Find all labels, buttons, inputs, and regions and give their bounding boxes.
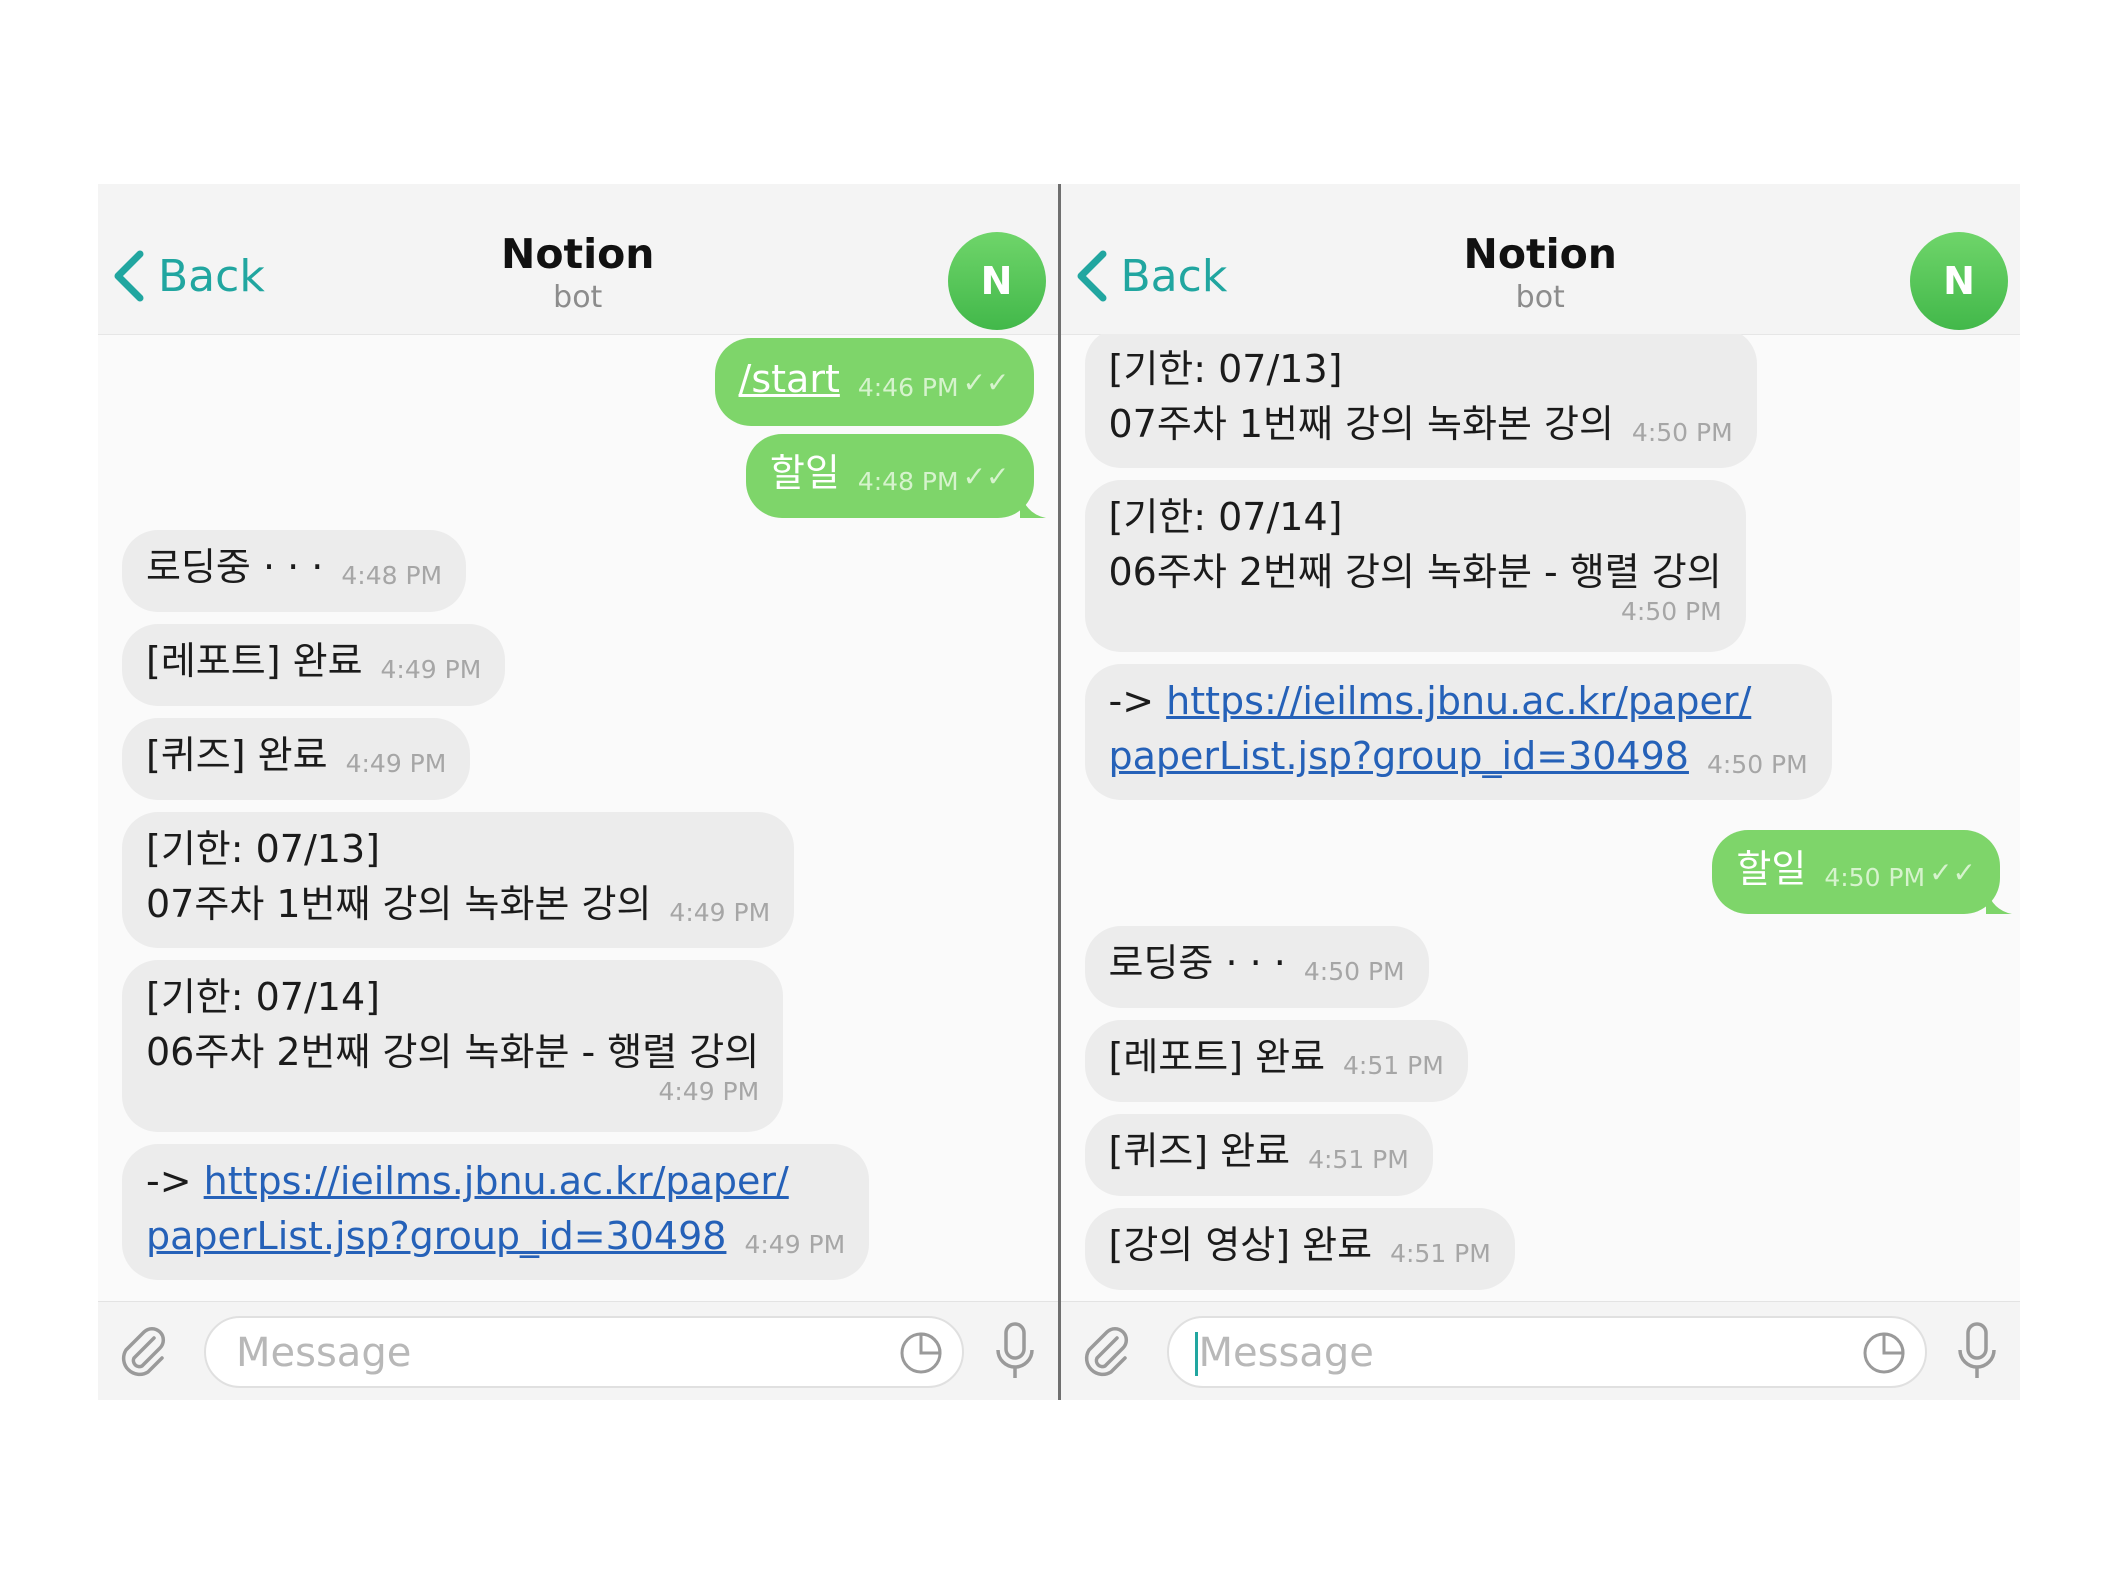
message-text: 06주차 2번째 강의 녹화분 - 행렬 강의: [1108, 550, 1722, 594]
incoming-message[interactable]: [기한: 07/13] 07주차 1번째 강의 녹화본 강의 4:50 PM: [1084, 334, 1757, 468]
message-time: 4:51 PM: [1390, 1239, 1491, 1268]
app-stage: Back Notion bot N /start 4:46 PM ✓✓ 할일 4:48…: [98, 184, 2020, 1400]
chat-header: Back Notion bot N: [98, 184, 1058, 335]
microphone-icon[interactable]: [1952, 1320, 2002, 1382]
message-prefix: ->: [1108, 679, 1167, 723]
incoming-message[interactable]: 로딩중 · · · 4:48 PM: [122, 530, 467, 612]
message-text: [기한: 07/14]: [1108, 495, 1343, 539]
incoming-message[interactable]: -> https://ieilms.jbnu.ac.kr/paper/ pape…: [122, 1144, 870, 1280]
message-time: 4:50 PM: [1824, 863, 1926, 892]
chat-screen-right: Back Notion bot N [기한: 07/13] 07주차 1번째 강…: [1060, 184, 2021, 1400]
message-time: 4:50 PM: [1706, 750, 1808, 779]
chat-subtitle: bot: [553, 280, 603, 315]
incoming-message[interactable]: [기한: 07/14] 06주차 2번째 강의 녹화분 - 행렬 강의 4:50…: [1084, 480, 1746, 652]
message-input[interactable]: [234, 1326, 838, 1380]
message-time: 4:48 PM: [341, 561, 443, 590]
incoming-message[interactable]: [레포트] 완료 4:51 PM: [1084, 1020, 1468, 1102]
bubble-tail: [1986, 888, 2012, 914]
incoming-message[interactable]: [기한: 07/13] 07주차 1번째 강의 녹화본 강의 4:49 PM: [122, 812, 795, 948]
message-time: 4:49 PM: [380, 655, 482, 684]
outgoing-message[interactable]: /start 4:46 PM ✓✓: [714, 338, 1034, 426]
sticker-icon[interactable]: [898, 1330, 944, 1376]
avatar-letter: N: [1943, 259, 1975, 303]
input-bar: [98, 1301, 1058, 1400]
chat-title-block[interactable]: Notion bot: [98, 230, 1058, 318]
chat-title: Notion: [1463, 230, 1618, 278]
message-time: 4:49 PM: [669, 898, 771, 927]
paperclip-icon[interactable]: [1079, 1324, 1135, 1380]
message-text: [퀴즈] 완료: [146, 733, 328, 777]
bubble-tail: [1019, 492, 1046, 518]
url-link[interactable]: paperList.jsp?group_id=30498: [1109, 734, 1689, 778]
message-time: 4:50 PM: [1303, 957, 1405, 986]
bot-avatar[interactable]: N: [947, 232, 1046, 330]
double-check-icon: ✓✓: [962, 366, 1010, 399]
message-list[interactable]: /start 4:46 PM ✓✓ 할일 4:48 PM ✓✓ 로딩중 · · · 4:4…: [98, 334, 1058, 1302]
chat-subtitle: bot: [1515, 280, 1565, 315]
double-check-icon: ✓✓: [1929, 856, 1976, 889]
chat-title-block[interactable]: Notion bot: [1061, 230, 2021, 318]
message-time: 4:49 PM: [744, 1230, 846, 1259]
microphone-icon[interactable]: [990, 1320, 1040, 1382]
incoming-message[interactable]: 로딩중 · · · 4:50 PM: [1084, 926, 1429, 1008]
avatar-letter: N: [980, 259, 1013, 303]
message-text: 07주차 1번째 강의 녹화본 강의: [146, 882, 652, 926]
double-check-icon: ✓✓: [962, 460, 1010, 493]
chat-title: Notion: [501, 230, 655, 278]
message-time: 4:49 PM: [345, 749, 447, 778]
outgoing-message[interactable]: 할일 4:50 PM ✓✓: [1712, 830, 2012, 914]
input-bar: [1060, 1301, 2020, 1400]
message-time: 4:51 PM: [1343, 1051, 1444, 1080]
url-link[interactable]: paperList.jsp?group_id=30498: [146, 1214, 726, 1258]
message-text: [강의 영상] 완료: [1108, 1223, 1373, 1267]
message-text: 할일: [1736, 847, 1807, 891]
message-time: 4:46 PM: [857, 373, 959, 402]
incoming-message[interactable]: [퀴즈] 완료 4:49 PM: [122, 718, 471, 800]
url-link[interactable]: https://ieilms.jbnu.ac.kr/paper/: [1166, 679, 1751, 723]
incoming-message[interactable]: [퀴즈] 완료 4:51 PM: [1084, 1114, 1433, 1196]
message-prefix: ->: [146, 1159, 204, 1203]
paperclip-icon[interactable]: [116, 1324, 172, 1380]
message-text: [기한: 07/14]: [146, 975, 380, 1019]
message-text: [기한: 07/13]: [1108, 347, 1343, 391]
message-text: [레포트] 완료: [1108, 1035, 1326, 1079]
sticker-icon[interactable]: [1861, 1330, 1907, 1376]
message-text: [기한: 07/13]: [146, 827, 380, 871]
incoming-message[interactable]: [레포트] 완료 4:49 PM: [122, 624, 506, 706]
message-text: [레포트] 완료: [146, 639, 363, 683]
message-time: 4:50 PM: [1631, 418, 1733, 447]
url-link[interactable]: https://ieilms.jbnu.ac.kr/paper/: [204, 1159, 789, 1203]
chat-header: Back Notion bot N: [1060, 184, 2021, 335]
message-text: 로딩중 · · ·: [146, 545, 324, 589]
incoming-message[interactable]: [강의 영상] 완료 4:51 PM: [1084, 1208, 1515, 1290]
message-text: 로딩중 · · ·: [1108, 941, 1286, 985]
message-text: [퀴즈] 완료: [1108, 1129, 1291, 1173]
message-input[interactable]: [1196, 1326, 1801, 1380]
message-list[interactable]: [기한: 07/13] 07주차 1번째 강의 녹화본 강의 4:50 PM [기…: [1061, 334, 2021, 1302]
message-time: 4:48 PM: [857, 467, 959, 496]
incoming-message[interactable]: -> https://ieilms.jbnu.ac.kr/paper/ pape…: [1084, 664, 1832, 800]
message-time: 4:50 PM: [1620, 597, 1722, 626]
message-time: 4:49 PM: [658, 1077, 760, 1106]
message-text: 07주차 1번째 강의 녹화본 강의: [1108, 402, 1614, 446]
message-text: 06주차 2번째 강의 녹화분 - 행렬 강의: [146, 1030, 760, 1074]
command-link[interactable]: /start: [739, 357, 840, 401]
outgoing-message[interactable]: 할일 4:48 PM ✓✓: [745, 434, 1046, 518]
message-input-field[interactable]: [204, 1316, 964, 1388]
bot-avatar[interactable]: N: [1910, 232, 2008, 330]
message-text: 할일: [769, 451, 840, 495]
message-input-field[interactable]: [1166, 1316, 1927, 1388]
chat-screen-left: Back Notion bot N /start 4:46 PM ✓✓ 할일 4:48…: [98, 184, 1058, 1400]
message-time: 4:51 PM: [1308, 1145, 1409, 1174]
incoming-message[interactable]: [기한: 07/14] 06주차 2번째 강의 녹화분 - 행렬 강의 4:49…: [122, 960, 784, 1132]
